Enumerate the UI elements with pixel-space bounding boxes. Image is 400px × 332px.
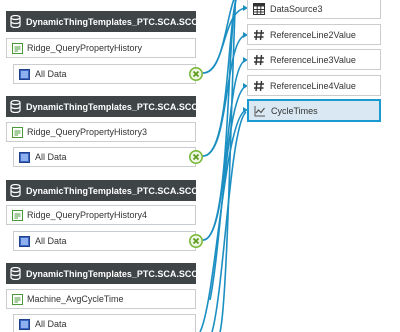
- line-chart-icon: [254, 105, 265, 116]
- hash-icon: [254, 29, 264, 40]
- data-label: All Data: [35, 69, 67, 79]
- data-label: All Data: [35, 236, 67, 246]
- database-icon: [10, 184, 21, 197]
- link-connector-icon[interactable]: [189, 150, 203, 164]
- data-source-header[interactable]: DynamicThingTemplates_PTC.SCA.SCO.K...: [6, 96, 196, 117]
- data-source-title: DynamicThingTemplates_PTC.SCA.SCO.K...: [26, 101, 196, 112]
- table-icon: [253, 2, 265, 15]
- target-property-referenceline2[interactable]: ReferenceLine2Value: [247, 24, 381, 45]
- wire: [202, 0, 235, 74]
- all-data-item[interactable]: All Data: [13, 147, 196, 167]
- service-item[interactable]: Ridge_QueryPropertyHistory3: [6, 122, 196, 142]
- data-label: All Data: [35, 152, 67, 162]
- service-name: Ridge_QueryPropertyHistory3: [27, 127, 148, 137]
- hash-icon: [254, 80, 264, 91]
- service-name: Machine_AvgCycleTime: [27, 294, 124, 304]
- database-icon: [10, 15, 21, 28]
- data-source-title: DynamicThingTemplates_PTC.SCA.SCO.K...: [26, 185, 196, 196]
- wire: [199, 109, 247, 332]
- service-item[interactable]: Ridge_QueryPropertyHistory4: [6, 205, 196, 225]
- data-grid-icon: [19, 151, 30, 163]
- target-property-cycletimes[interactable]: CycleTimes: [247, 99, 381, 122]
- wire: [219, 0, 237, 332]
- all-data-item[interactable]: All Data: [13, 231, 196, 251]
- hash-icon: [254, 54, 264, 65]
- target-property-referenceline4[interactable]: ReferenceLine4Value: [247, 75, 381, 96]
- database-icon: [10, 267, 21, 280]
- service-icon: [12, 126, 23, 138]
- wire: [202, 59, 247, 241]
- wire: [202, 0, 237, 157]
- data-source-header[interactable]: DynamicThingTemplates_PTC.SCA.SCO.K...: [6, 263, 196, 284]
- target-label: ReferenceLine3Value: [270, 54, 356, 65]
- data-source-header[interactable]: DynamicThingTemplates_PTC.SCA.SCO.K...: [6, 11, 196, 32]
- service-item[interactable]: Machine_AvgCycleTime: [6, 289, 196, 309]
- data-grid-icon: [19, 235, 30, 247]
- wire: [209, 85, 247, 301]
- target-label: ReferenceLine4Value: [270, 80, 356, 91]
- link-connector-icon[interactable]: [189, 234, 203, 248]
- data-source-title: DynamicThingTemplates_PTC.SCA.SCO.K...: [26, 16, 196, 27]
- data-grid-icon: [19, 68, 30, 80]
- wire: [202, 34, 247, 157]
- all-data-item[interactable]: All Data: [13, 64, 196, 84]
- wire: [211, 111, 247, 332]
- data-source-title: DynamicThingTemplates_PTC.SCA.SCO.K...: [26, 268, 196, 279]
- service-icon: [12, 42, 23, 54]
- database-icon: [10, 100, 21, 113]
- data-source-header[interactable]: DynamicThingTemplates_PTC.SCA.SCO.K...: [6, 180, 196, 201]
- target-label: ReferenceLine2Value: [270, 29, 356, 40]
- all-data-item[interactable]: All Data: [13, 314, 196, 332]
- link-connector-icon[interactable]: [189, 67, 203, 81]
- wire: [202, 7, 247, 74]
- service-name: Ridge_QueryPropertyHistory: [27, 43, 143, 53]
- target-property-datasource3[interactable]: DataSource3: [247, 0, 381, 19]
- service-icon: [12, 293, 23, 305]
- service-icon: [12, 209, 23, 221]
- data-grid-icon: [19, 318, 30, 330]
- service-name: Ridge_QueryPropertyHistory4: [27, 210, 148, 220]
- target-label: CycleTimes: [271, 105, 318, 116]
- target-label: DataSource3: [270, 3, 323, 14]
- target-property-referenceline3[interactable]: ReferenceLine3Value: [247, 49, 381, 70]
- wire: [202, 0, 237, 241]
- service-item[interactable]: Ridge_QueryPropertyHistory: [6, 38, 196, 58]
- data-label: All Data: [35, 319, 67, 329]
